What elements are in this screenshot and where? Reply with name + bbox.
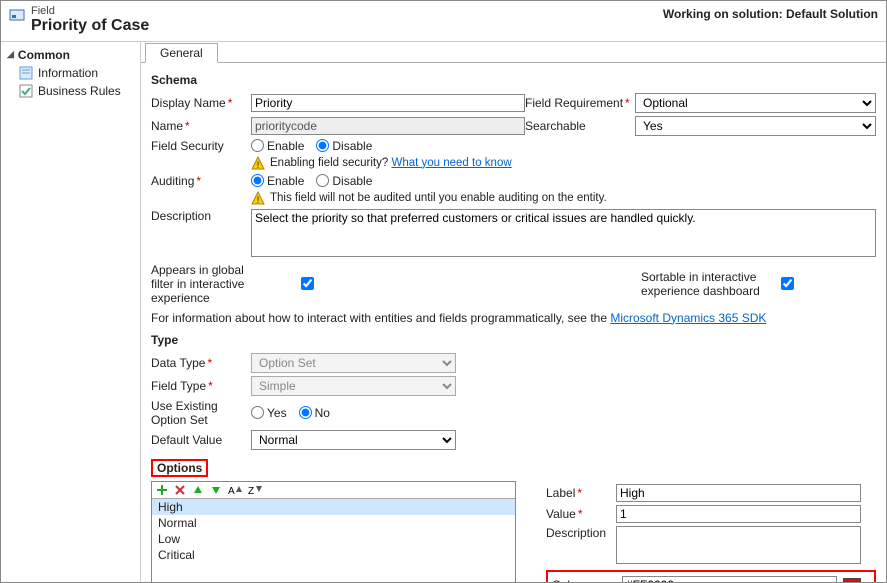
- name-input: [251, 117, 525, 135]
- data-type-select: Option Set: [251, 353, 456, 373]
- option-item[interactable]: Low: [152, 531, 515, 547]
- options-panel: A Z High Normal Low Critical: [151, 481, 516, 582]
- option-moveup-button[interactable]: [192, 484, 204, 496]
- use-existing-label: Use Existing Option Set: [151, 399, 251, 427]
- svg-text:!: !: [257, 160, 260, 170]
- warning-icon: !: [251, 191, 265, 205]
- solution-context: Working on solution: Default Solution: [663, 5, 878, 21]
- appears-global-filter-checkbox[interactable]: [301, 277, 314, 290]
- option-desc-label: Description: [546, 526, 616, 540]
- sdk-link[interactable]: Microsoft Dynamics 365 SDK: [610, 311, 766, 325]
- field-type-select: Simple: [251, 376, 456, 396]
- option-label-input[interactable]: [616, 484, 861, 502]
- option-add-button[interactable]: [156, 484, 168, 496]
- name-label: Name*: [151, 119, 251, 133]
- rules-icon: [19, 84, 33, 98]
- option-sort-desc-button[interactable]: Z: [248, 484, 262, 496]
- sidebar: ◢ Common Information Business Rules: [1, 42, 141, 582]
- description-textarea[interactable]: Select the priority so that preferred cu…: [251, 209, 876, 257]
- header: Field Priority of Case Working on soluti…: [1, 1, 886, 42]
- option-item[interactable]: Critical: [152, 547, 515, 563]
- sortable-dashboard-checkbox[interactable]: [781, 277, 794, 290]
- auditing-enable[interactable]: Enable: [251, 174, 304, 188]
- option-color-swatch[interactable]: [843, 578, 861, 582]
- sidebar-item-information[interactable]: Information: [1, 64, 140, 82]
- options-list[interactable]: High Normal Low Critical: [152, 499, 515, 582]
- field-security-disable[interactable]: Disable: [316, 139, 372, 153]
- display-name-input[interactable]: [251, 94, 525, 112]
- use-existing-no[interactable]: No: [299, 406, 330, 420]
- display-name-label: Display Name*: [151, 96, 251, 110]
- searchable-label: Searchable: [525, 119, 635, 133]
- option-label-label: Label*: [546, 486, 616, 500]
- warning-icon: !: [251, 156, 265, 170]
- option-detail-panel: Label* Value* Description Color: [546, 481, 876, 582]
- option-desc-textarea[interactable]: [616, 526, 861, 564]
- option-movedown-button[interactable]: [210, 484, 222, 496]
- option-item[interactable]: Normal: [152, 515, 515, 531]
- field-type-label: Field Type*: [151, 379, 251, 393]
- sidebar-group-common[interactable]: ◢ Common: [1, 46, 140, 64]
- option-value-input[interactable]: [616, 505, 861, 523]
- field-requirement-select[interactable]: Optional: [635, 93, 876, 113]
- field-icon: [9, 7, 25, 23]
- data-type-label: Data Type*: [151, 356, 251, 370]
- option-delete-button[interactable]: [174, 484, 186, 496]
- field-security-label: Field Security: [151, 139, 251, 153]
- searchable-select[interactable]: Yes: [635, 116, 876, 136]
- page-title: Priority of Case: [31, 17, 149, 35]
- options-toolbar: A Z: [152, 482, 515, 499]
- default-value-select[interactable]: Normal: [251, 430, 456, 450]
- auditing-disable[interactable]: Disable: [316, 174, 372, 188]
- appears-global-filter-label: Appears in global filter in interactive …: [151, 263, 251, 305]
- option-color-row: Color: [546, 570, 876, 582]
- sdk-info: For information about how to interact wi…: [151, 311, 876, 325]
- option-color-input[interactable]: [622, 576, 837, 582]
- auditing-warning: ! This field will not be audited until y…: [251, 191, 876, 205]
- option-value-label: Value*: [546, 507, 616, 521]
- field-security-link[interactable]: What you need to know: [391, 157, 511, 169]
- field-security-warning: ! Enabling field security? What you need…: [251, 156, 876, 170]
- field-security-enable[interactable]: Enable: [251, 139, 304, 153]
- tab-general[interactable]: General: [145, 43, 218, 63]
- field-requirement-label: Field Requirement*: [525, 96, 635, 110]
- section-options: Options: [151, 459, 208, 477]
- tab-bar: General: [141, 42, 886, 63]
- sidebar-item-business-rules[interactable]: Business Rules: [1, 82, 140, 100]
- default-value-label: Default Value: [151, 433, 251, 447]
- use-existing-yes[interactable]: Yes: [251, 406, 287, 420]
- svg-text:Z: Z: [248, 486, 254, 496]
- svg-text:!: !: [257, 195, 260, 205]
- form-icon: [19, 66, 33, 80]
- sortable-dashboard-label: Sortable in interactive experience dashb…: [641, 270, 771, 298]
- auditing-label: Auditing*: [151, 174, 251, 188]
- description-label: Description: [151, 209, 251, 223]
- option-sort-asc-button[interactable]: A: [228, 484, 242, 496]
- section-type: Type: [151, 333, 876, 347]
- svg-text:A: A: [228, 486, 235, 496]
- option-item[interactable]: High: [152, 499, 515, 515]
- section-schema: Schema: [151, 73, 876, 87]
- collapse-icon: ◢: [7, 49, 14, 60]
- option-color-label: Color: [552, 578, 622, 582]
- header-subtitle: Field: [31, 5, 149, 17]
